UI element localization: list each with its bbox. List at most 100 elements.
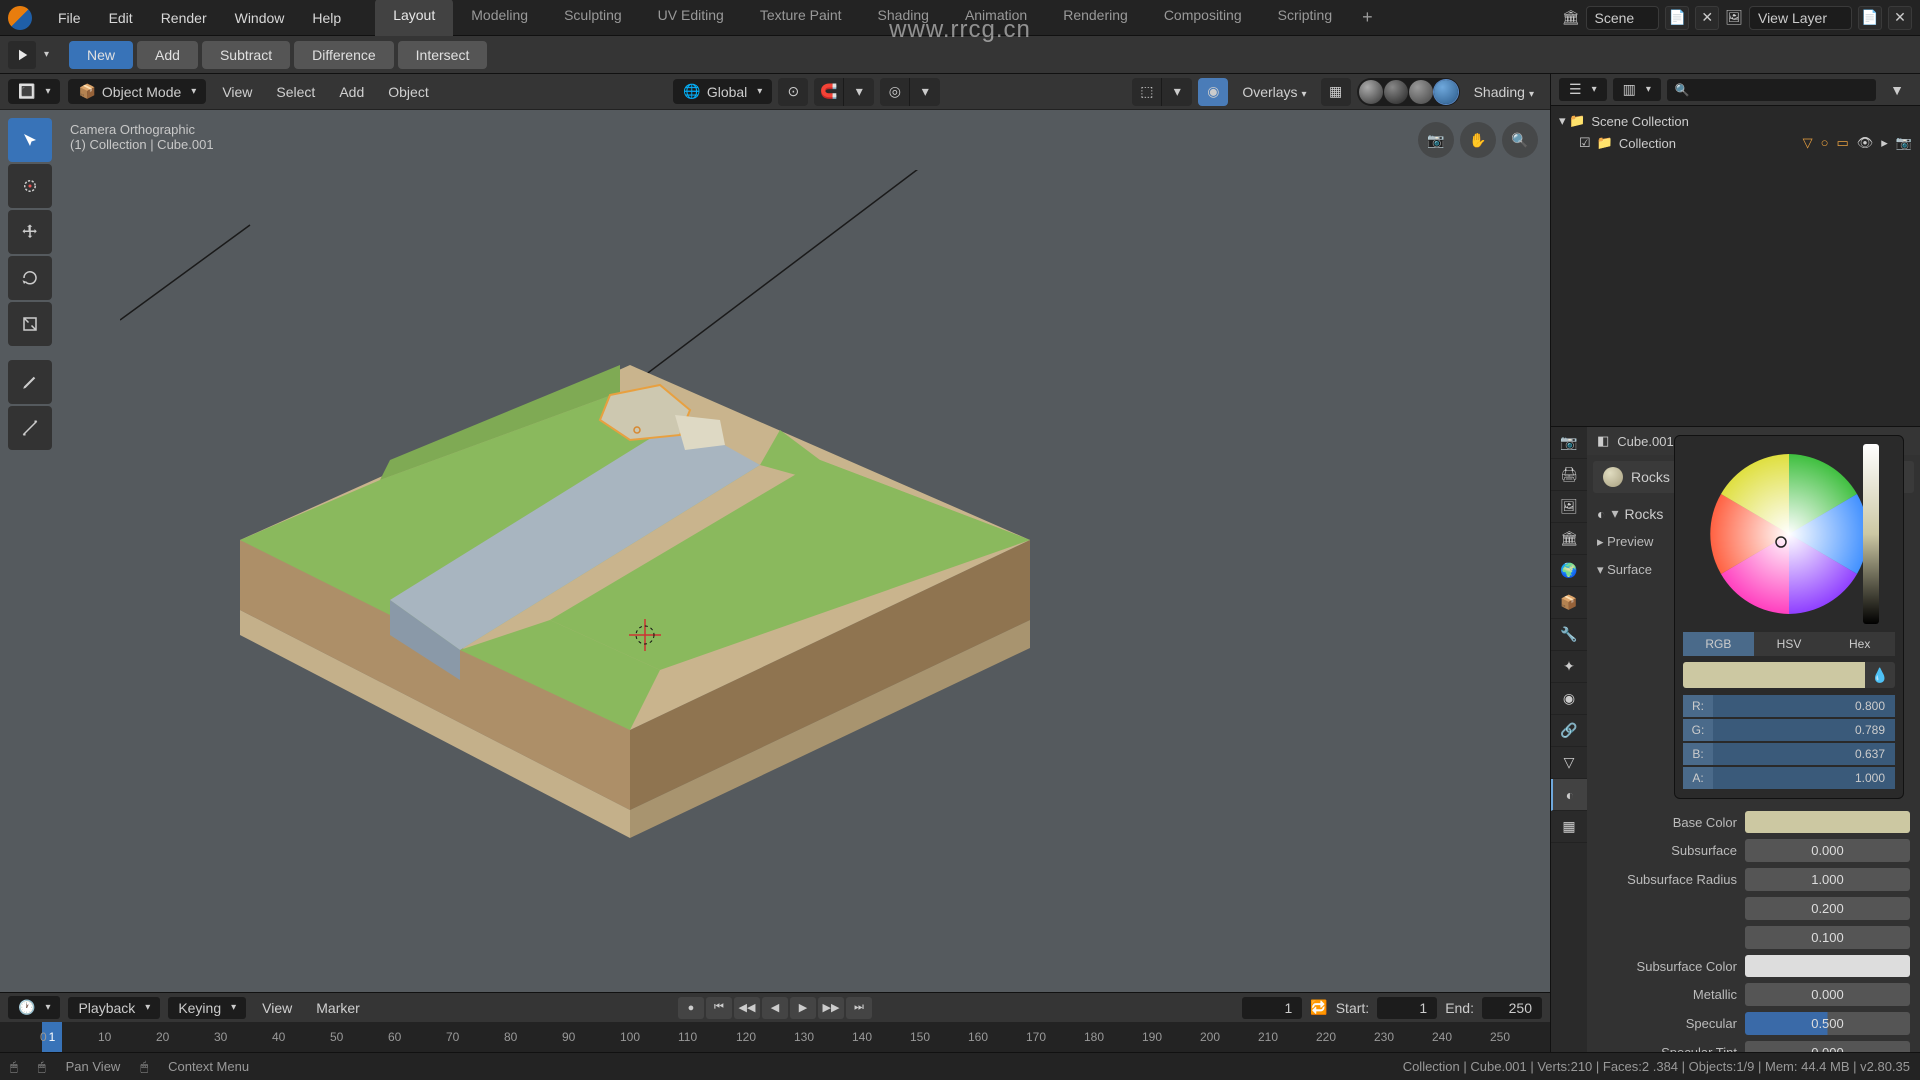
tab-layout[interactable]: Layout [375,0,453,36]
color-mode-hex[interactable]: Hex [1824,632,1895,656]
bool-new-button[interactable]: New [69,41,133,69]
end-frame-field[interactable]: 250 [1482,997,1542,1019]
b-field[interactable]: 0.637 [1713,743,1895,765]
bool-subtract-button[interactable]: Subtract [202,41,290,69]
gizmo-dropdown[interactable]: ▾ [1162,78,1192,106]
outliner-filter-button[interactable]: ▼ [1882,76,1912,104]
workspace-add-button[interactable]: + [1350,0,1385,36]
autokey-toggle[interactable]: ● [678,997,704,1019]
xray-toggle[interactable]: ▦ [1321,78,1351,106]
outliner-scene-collection[interactable]: ▾ 📁 Scene Collection [1555,110,1916,132]
ssr3-field[interactable]: 0.100 [1745,926,1910,949]
value-slider[interactable] [1863,444,1879,624]
a-field[interactable]: 1.000 [1713,767,1895,789]
color-mode-hsv[interactable]: HSV [1754,632,1825,656]
prop-tab-meshdata[interactable]: ▽ [1551,747,1587,779]
timeline-marker[interactable]: Marker [308,996,368,1020]
tab-uvediting[interactable]: UV Editing [640,0,742,36]
nav-camera[interactable]: 📷 [1418,122,1454,158]
shading-wireframe[interactable] [1359,80,1383,104]
overlays-dropdown[interactable]: Overlays▾ [1234,80,1314,104]
tab-shading[interactable]: Shading [860,0,947,36]
overlays-toggle[interactable]: ◉ [1198,78,1228,106]
material-name-field[interactable]: Rocks [1625,506,1664,522]
bool-difference-button[interactable]: Difference [294,41,394,69]
tab-compositing[interactable]: Compositing [1146,0,1260,36]
play-button[interactable]: ▶ [790,997,816,1019]
timeline-ruler[interactable]: 1 01020304050607080901001101201301401501… [0,1022,1550,1052]
viewlayer-new-button[interactable]: 📄 [1858,6,1882,30]
scene-new-button[interactable]: 📄 [1665,6,1689,30]
keying-dropdown[interactable]: Keying▾ [168,997,246,1019]
color-mode-rgb[interactable]: RGB [1683,632,1754,656]
shading-solid[interactable] [1384,80,1408,104]
gizmo-toggle[interactable]: ⬚ [1132,78,1162,106]
jump-next-button[interactable]: ▶▶ [818,997,844,1019]
start-frame-field[interactable]: 1 [1377,997,1437,1019]
base-color-swatch[interactable] [1745,811,1910,833]
tab-sculpting[interactable]: Sculpting [546,0,640,36]
viewport-3d[interactable]: Camera Orthographic (1) Collection | Cub… [0,110,1550,992]
render-icon[interactable]: 📷 [1896,135,1912,151]
scene-delete-button[interactable]: ✕ [1695,6,1719,30]
shading-dropdown[interactable]: Shading▾ [1466,80,1542,104]
shading-rendered[interactable] [1434,80,1458,104]
prop-tab-viewlayer[interactable]: 🖼 [1551,491,1587,523]
tab-rendering[interactable]: Rendering [1045,0,1146,36]
specular-tint-field[interactable]: 0.000 [1745,1041,1910,1052]
proportional-edit-toggle[interactable]: ◎ [880,78,910,106]
outliner-search-input[interactable]: 🔍 [1667,79,1876,101]
editor-type-dropdown[interactable]: 🔳▾ [8,79,60,104]
jump-end-button[interactable]: ⏭ [846,997,872,1019]
tab-texturepaint[interactable]: Texture Paint [742,0,860,36]
bool-intersect-button[interactable]: Intersect [398,41,488,69]
play-reverse-button[interactable]: ◀ [762,997,788,1019]
specular-field[interactable]: 0.500 [1745,1012,1910,1035]
mode-dropdown[interactable]: 📦 Object Mode▾ [68,79,206,104]
prop-tab-physics[interactable]: ◉ [1551,683,1587,715]
prop-tab-output[interactable]: 🖨 [1551,459,1587,491]
metallic-field[interactable]: 0.000 [1745,983,1910,1006]
g-field[interactable]: 0.789 [1713,719,1895,741]
outliner-display-dropdown[interactable]: ▥▾ [1613,78,1661,101]
scene-field[interactable]: Scene [1586,6,1660,30]
r-field[interactable]: 0.800 [1713,695,1895,717]
proportional-dropdown[interactable]: ▾ [910,78,940,106]
outliner-editor-dropdown[interactable]: ☰▾ [1559,78,1607,101]
viewport-menu-view[interactable]: View [214,80,260,104]
tool-move[interactable] [8,210,52,254]
viewport-menu-object[interactable]: Object [380,80,436,104]
tool-dropdown-icon[interactable] [8,41,36,69]
subsurface-color-swatch[interactable] [1745,955,1910,977]
timeline-editor-dropdown[interactable]: 🕐▾ [8,996,60,1019]
orientation-dropdown[interactable]: 🌐 Global▾ [673,79,772,104]
prop-tab-particles[interactable]: ✦ [1551,651,1587,683]
menu-help[interactable]: Help [298,4,355,32]
menu-edit[interactable]: Edit [95,4,147,32]
snap-toggle[interactable]: 🧲 [814,78,844,106]
viewlayer-delete-button[interactable]: ✕ [1888,6,1912,30]
tool-cursor[interactable] [8,164,52,208]
nav-zoom[interactable]: 🔍 [1502,122,1538,158]
subsurface-field[interactable]: 0.000 [1745,839,1910,862]
prop-tab-material[interactable]: ◐ [1551,779,1587,811]
snap-dropdown[interactable]: ▾ [844,78,874,106]
tool-annotate[interactable] [8,360,52,404]
prop-tab-modifiers[interactable]: 🔧 [1551,619,1587,651]
ssr1-field[interactable]: 1.000 [1745,868,1910,891]
tool-select[interactable] [8,118,52,162]
viewlayer-field[interactable]: View Layer [1749,6,1852,30]
ssr2-field[interactable]: 0.200 [1745,897,1910,920]
viewport-menu-add[interactable]: Add [331,80,372,104]
tab-modeling[interactable]: Modeling [453,0,546,36]
arrow-render-icon[interactable]: ▸ [1881,135,1888,151]
timeline-view[interactable]: View [254,996,300,1020]
current-frame-field[interactable]: 1 [1242,997,1302,1019]
outliner-collection[interactable]: ☑ 📁 Collection ▽ ○ ▭ 👁 ▸ 📷 [1555,132,1916,154]
checkbox-icon[interactable]: ☑ [1579,135,1591,151]
tool-measure[interactable] [8,406,52,450]
pivot-dropdown[interactable]: ⊙ [778,78,808,106]
prop-tab-object[interactable]: 📦 [1551,587,1587,619]
color-wheel[interactable] [1699,444,1879,624]
tab-animation[interactable]: Animation [947,0,1045,36]
